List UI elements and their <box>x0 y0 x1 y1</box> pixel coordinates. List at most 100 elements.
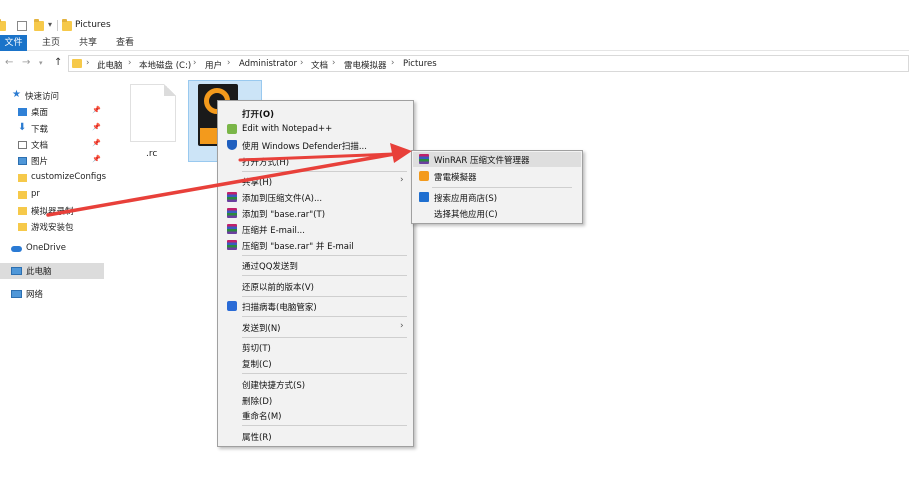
up-arrow-icon[interactable]: ↑ <box>54 57 62 68</box>
menu-item-compress-email[interactable]: 压缩并 E-mail... <box>219 221 413 237</box>
menu-separator <box>432 187 572 188</box>
menu-item-send-via-qq[interactable]: 通过QQ发送到 <box>219 257 413 273</box>
menu-item-delete[interactable]: 删除(D) <box>219 392 413 408</box>
menu-item-create-shortcut[interactable]: 创建快捷方式(S) <box>219 376 413 392</box>
winrar-icon <box>227 208 237 218</box>
breadcrumb-separator: › <box>227 58 231 68</box>
menu-item-scan-virus[interactable]: 扫描病毒(电脑管家) <box>219 298 413 314</box>
menu-separator <box>242 337 407 338</box>
menu-item-label: 打开(O) <box>242 110 274 120</box>
star-icon: ★ <box>12 89 21 100</box>
menu-item-add-to-base-rar[interactable]: 添加到 "base.rar"(T) <box>219 205 413 221</box>
sidebar-item-network[interactable]: 网络 <box>0 286 104 302</box>
breadcrumb-separator: › <box>128 58 132 68</box>
tab-home[interactable]: 主页 <box>38 35 64 51</box>
breadcrumb-separator: › <box>332 58 336 68</box>
pc-manager-shield-icon <box>227 301 237 311</box>
window-title: Pictures <box>75 20 111 30</box>
tab-share[interactable]: 共享 <box>75 35 101 51</box>
menu-item-share[interactable]: 共享(H) › <box>219 173 413 189</box>
breadcrumb-this-pc[interactable]: 此电脑 <box>97 59 123 71</box>
computer-icon <box>11 267 22 275</box>
winrar-icon <box>227 192 237 202</box>
address-bar[interactable]: › 此电脑 › 本地磁盘 (C:) › 用户 › Administrator ›… <box>68 55 909 72</box>
annotation-arrows <box>46 143 412 217</box>
folder-icon <box>18 191 27 199</box>
sidebar-item-label: 图片 <box>31 157 49 167</box>
breadcrumb-ldplayer[interactable]: 雷电模拟器 <box>344 59 387 71</box>
file-icon[interactable] <box>130 84 176 142</box>
properties-icon[interactable] <box>17 21 27 31</box>
sidebar-item-pictures[interactable]: 图片 📌 <box>0 153 104 169</box>
menu-separator <box>242 275 407 276</box>
sidebar-item-label: 游戏安装包 <box>31 223 74 233</box>
submenu-item-search-store[interactable]: 搜索应用商店(S) <box>413 190 581 205</box>
breadcrumb-separator: › <box>391 58 395 68</box>
menu-item-label: 添加到压缩文件(A)... <box>242 194 323 204</box>
sidebar-item-label: 模拟器录制 <box>31 207 74 217</box>
file-name[interactable]: .rc <box>146 149 157 159</box>
network-icon <box>11 290 22 298</box>
breadcrumb-users[interactable]: 用户 <box>205 59 222 71</box>
menu-item-open[interactable]: 打开(O) <box>219 105 413 121</box>
new-folder-icon[interactable] <box>34 19 44 31</box>
menu-item-edit-notepadpp[interactable]: Edit with Notepad++ <box>219 121 413 137</box>
tab-file[interactable]: 文件 <box>0 35 27 51</box>
menu-item-restore-previous[interactable]: 还原以前的版本(V) <box>219 278 413 294</box>
menu-item-send-to[interactable]: 发送到(N) › <box>219 319 413 335</box>
desktop-icon <box>18 108 27 116</box>
menu-item-properties[interactable]: 属性(R) <box>219 428 413 444</box>
sidebar-item-label: 文档 <box>31 141 49 151</box>
recent-locations-icon[interactable]: ▾ <box>39 59 43 67</box>
navigation-pane: ★ 快速访问 桌面 📌 ⬇ 下载 📌 文档 📌 图片 📌 customizeCo… <box>0 84 106 484</box>
sidebar-item-downloads[interactable]: ⬇ 下载 📌 <box>0 121 104 137</box>
sidebar-item-label: 快速访问 <box>25 92 60 102</box>
sidebar-item-pr[interactable]: pr <box>0 187 104 203</box>
menu-item-label: 扫描病毒(电脑管家) <box>242 303 317 313</box>
sidebar-item-onedrive[interactable]: OneDrive <box>0 241 104 257</box>
submenu-item-label: 雷電模擬器 <box>434 173 477 183</box>
submenu-item-choose-other-app[interactable]: 选择其他应用(C) <box>413 206 581 221</box>
menu-item-add-to-archive[interactable]: 添加到压缩文件(A)... <box>219 189 413 205</box>
menu-item-copy[interactable]: 复制(C) <box>219 355 413 371</box>
forward-arrow-icon[interactable]: → <box>22 57 30 68</box>
tab-view[interactable]: 查看 <box>112 35 138 51</box>
menu-item-label: 重命名(M) <box>242 412 282 422</box>
submenu-item-winrar[interactable]: WinRAR 压缩文件管理器 <box>413 152 581 167</box>
submenu-item-label: 搜索应用商店(S) <box>434 194 498 204</box>
breadcrumb-pictures[interactable]: Pictures <box>403 59 437 69</box>
menu-item-cut[interactable]: 剪切(T) <box>219 339 413 355</box>
sidebar-item-game-packages[interactable]: 游戏安装包 <box>0 219 104 235</box>
menu-item-defender-scan[interactable]: 使用 Windows Defender扫描... <box>219 137 413 153</box>
back-arrow-icon[interactable]: ← <box>5 57 13 68</box>
menu-item-rename[interactable]: 重命名(M) <box>219 407 413 423</box>
pin-icon[interactable]: 📌 <box>92 106 101 114</box>
pin-icon[interactable]: 📌 <box>92 155 101 163</box>
title-divider <box>57 20 58 31</box>
sidebar-item-emulator-recording[interactable]: 模拟器录制 <box>0 203 104 219</box>
sidebar-item-quick-access[interactable]: ★ 快速访问 <box>0 88 104 104</box>
sidebar-item-documents[interactable]: 文档 📌 <box>0 137 104 153</box>
breadcrumb-documents[interactable]: 文档 <box>311 59 328 71</box>
submenu-item-label: 选择其他应用(C) <box>434 210 498 220</box>
ribbon-tabs: 文件 主页 共享 查看 <box>0 35 909 51</box>
sidebar-item-label: 桌面 <box>31 108 49 118</box>
menu-item-compress-base-rar-email[interactable]: 压缩到 "base.rar" 并 E-mail <box>219 237 413 253</box>
sidebar-item-this-pc[interactable]: 此电脑 <box>0 263 104 279</box>
menu-item-open-with[interactable]: 打开方式(H) <box>219 153 413 169</box>
menu-item-label: 发送到(N) <box>242 324 281 334</box>
store-icon <box>419 192 429 202</box>
pin-icon[interactable]: 📌 <box>92 139 101 147</box>
breadcrumb-administrator[interactable]: Administrator <box>239 59 297 69</box>
submenu-item-ldplayer[interactable]: 雷電模擬器 <box>413 169 581 184</box>
pin-icon[interactable]: 📌 <box>92 123 101 131</box>
sidebar-item-desktop[interactable]: 桌面 📌 <box>0 104 104 120</box>
picture-icon <box>18 157 27 165</box>
submenu-item-label: WinRAR 压缩文件管理器 <box>434 156 530 166</box>
breadcrumb-separator: › <box>193 58 197 68</box>
folder-icon <box>18 174 27 182</box>
customize-toolbar-icon[interactable]: ▾ <box>48 20 52 29</box>
breadcrumb-local-disk[interactable]: 本地磁盘 (C:) <box>139 59 191 71</box>
document-icon <box>18 141 27 149</box>
sidebar-item-customizeconfigs[interactable]: customizeConfigs <box>0 170 106 186</box>
